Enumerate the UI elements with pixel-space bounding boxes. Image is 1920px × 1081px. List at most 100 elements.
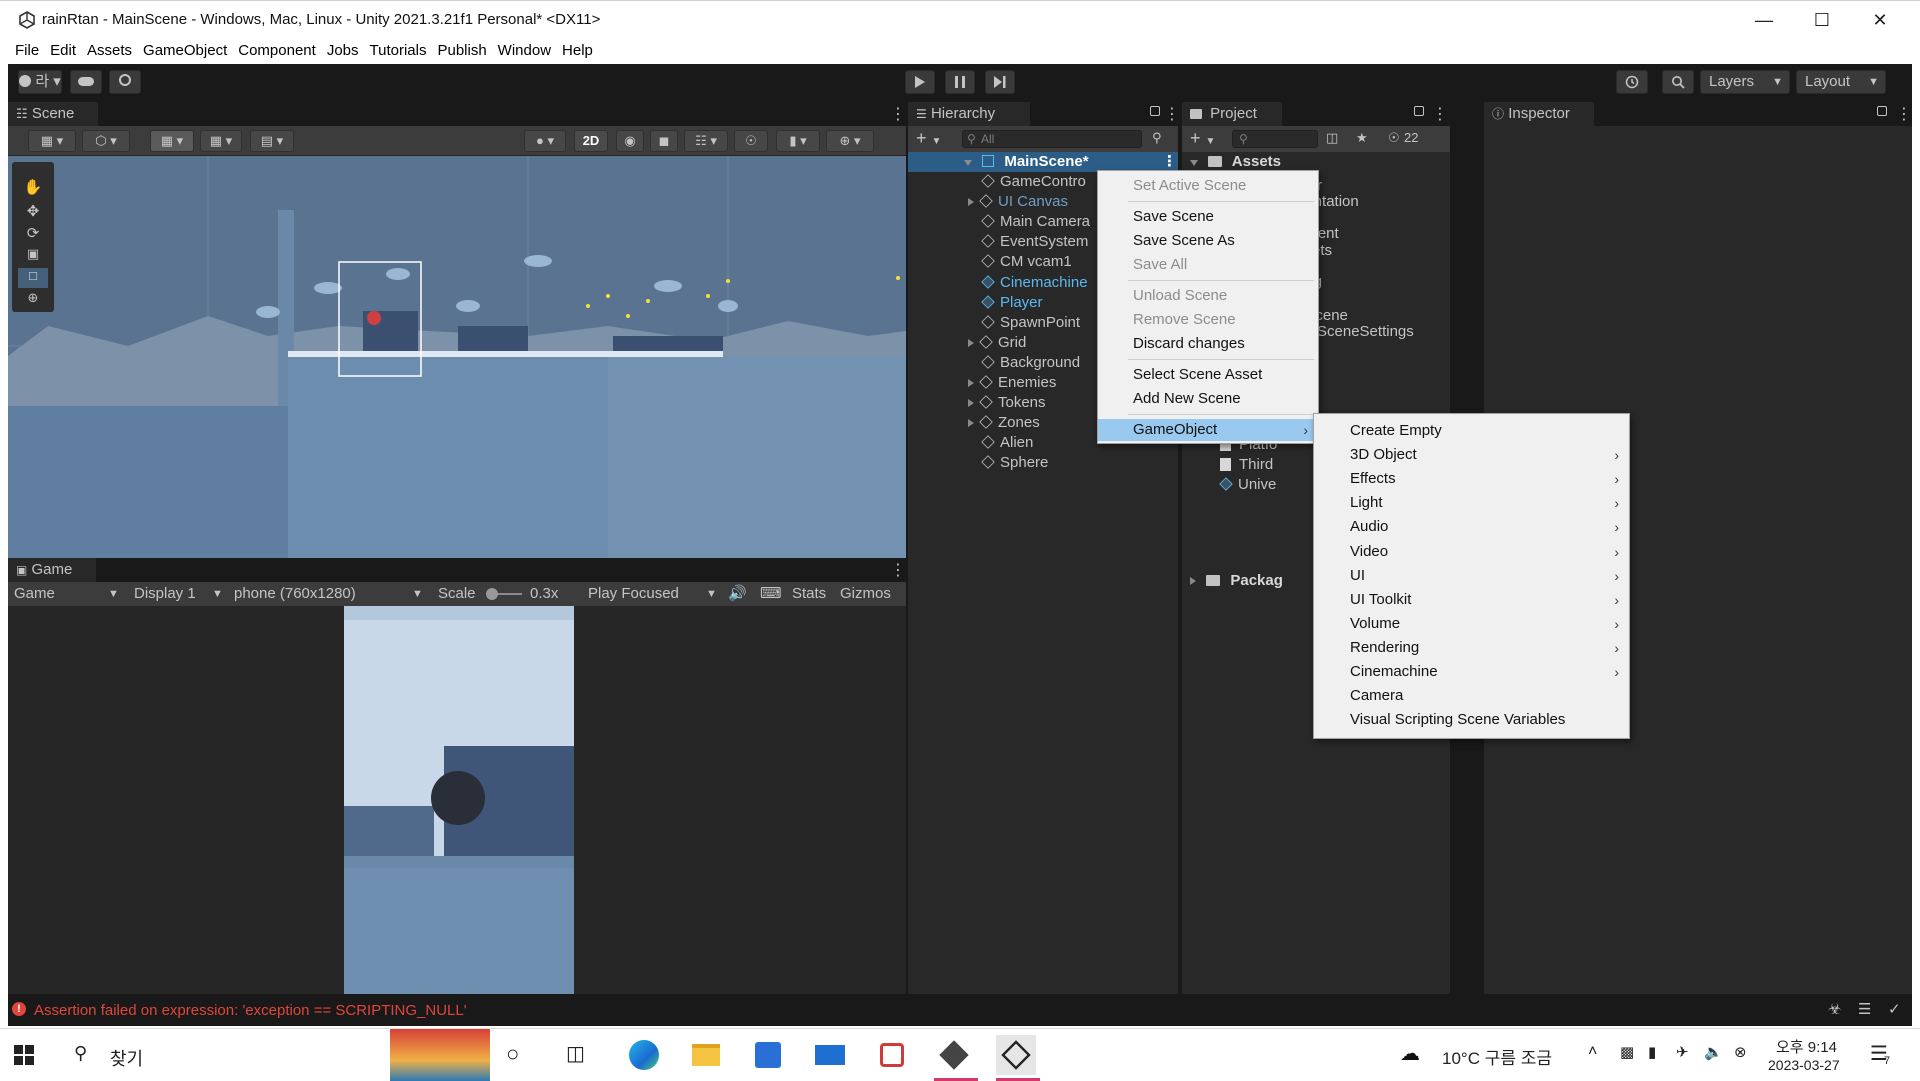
- layout-dropdown[interactable]: Layout ▼: [1796, 70, 1886, 94]
- bug-icon[interactable]: ☣: [1828, 1000, 1841, 1018]
- 2d-toggle-button[interactable]: 2D: [574, 130, 608, 152]
- menu-file[interactable]: File: [10, 38, 45, 59]
- layers-stack-icon[interactable]: ☰: [1858, 1000, 1871, 1018]
- unity-editor-icon[interactable]: [996, 1035, 1036, 1075]
- submenu-item[interactable]: Rendering ›: [1314, 637, 1629, 659]
- menu-gameobject[interactable]: GameObject: [138, 38, 233, 59]
- submenu-item[interactable]: UI ›: [1314, 565, 1629, 587]
- submenu-item[interactable]: Video ›: [1314, 541, 1629, 563]
- game-viewport[interactable]: [8, 606, 906, 994]
- submenu-item[interactable]: Camera: [1314, 685, 1629, 707]
- context-menu-item[interactable]: Discard changes: [1098, 333, 1318, 355]
- context-menu-item[interactable]: Set Active Scene: [1098, 175, 1318, 197]
- menu-publish[interactable]: Publish: [432, 38, 492, 59]
- project-search-input[interactable]: ⚲: [1232, 130, 1318, 148]
- keyboard-icon[interactable]: ⌨: [760, 582, 782, 606]
- scale-tool-icon[interactable]: ▣: [18, 246, 48, 266]
- rotate-tool-icon[interactable]: ⟳: [18, 224, 48, 244]
- submenu-item[interactable]: 3D Object ›: [1314, 444, 1629, 466]
- audio-toggle-button[interactable]: ◼: [650, 130, 678, 152]
- lighting-toggle-button[interactable]: ◉: [616, 130, 644, 152]
- add-object-button[interactable]: + ▼: [916, 128, 941, 149]
- inspector-menu-icon[interactable]: ⋮: [1896, 104, 1912, 124]
- store-icon[interactable]: [748, 1035, 788, 1075]
- menu-window[interactable]: Window: [493, 38, 557, 59]
- effects-dropdown[interactable]: ☷ ▾: [684, 130, 728, 152]
- layers-dropdown[interactable]: Layers ▼: [1700, 70, 1790, 94]
- submenu-item[interactable]: Create Empty: [1314, 420, 1629, 442]
- close-button[interactable]: ✕: [1851, 1, 1909, 39]
- expand-arrow-icon[interactable]: [968, 379, 974, 387]
- clock-date[interactable]: 2023-03-27: [1768, 1057, 1840, 1073]
- gizmos-button[interactable]: Gizmos: [840, 582, 891, 606]
- network-icon[interactable]: ✈: [1676, 1043, 1689, 1061]
- transform-tool-icon[interactable]: ⊕: [18, 290, 48, 310]
- maximize-button[interactable]: ☐: [1793, 1, 1851, 39]
- submenu-item[interactable]: Volume ›: [1314, 613, 1629, 635]
- tab-game[interactable]: ▣ Game: [8, 558, 96, 582]
- context-menu-item[interactable]: Unload Scene: [1098, 285, 1318, 307]
- console-error-message[interactable]: Assertion failed on expression: 'excepti…: [34, 1002, 467, 1019]
- expand-arrow-icon[interactable]: [968, 399, 974, 408]
- lock-icon[interactable]: [1877, 106, 1887, 116]
- volume-icon[interactable]: 🔈: [1704, 1043, 1723, 1061]
- assets-root-row[interactable]: Assets: [1182, 152, 1450, 172]
- mail-icon[interactable]: [810, 1035, 850, 1075]
- search-by-label-icon[interactable]: ★: [1356, 130, 1368, 146]
- increment-snap-button[interactable]: ▦ ▾: [200, 130, 242, 152]
- clock-time[interactable]: 오후 9:14: [1776, 1036, 1837, 1057]
- resolution-select[interactable]: phone (760x1280): [234, 582, 356, 606]
- cloud-button[interactable]: [70, 70, 102, 94]
- sync-app-icon[interactable]: [872, 1035, 912, 1075]
- play-button[interactable]: [905, 70, 935, 94]
- lock-icon[interactable]: [1150, 106, 1160, 116]
- grid-snap-button[interactable]: ▦ ▾: [150, 130, 194, 152]
- render-mode-dropdown[interactable]: ● ▾: [524, 130, 566, 152]
- menu-help[interactable]: Help: [557, 38, 599, 59]
- weather-text[interactable]: 10°C 구름 조금: [1442, 1044, 1552, 1069]
- scene-viewport[interactable]: ✋ ✥ ⟳ ▣ □ ⊕: [8, 156, 906, 558]
- menu-assets[interactable]: Assets: [82, 38, 138, 59]
- ime-icon[interactable]: ⊗: [1734, 1043, 1747, 1061]
- context-menu-item[interactable]: Add New Scene: [1098, 388, 1318, 410]
- taskbar-search-box[interactable]: ⚲ 찾기: [62, 1033, 390, 1077]
- menu-jobs[interactable]: Jobs: [322, 38, 365, 59]
- battery-icon[interactable]: ▮: [1648, 1043, 1656, 1061]
- context-menu-item[interactable]: Save All: [1098, 254, 1318, 276]
- tab-scene[interactable]: ☷ Scene: [8, 102, 98, 126]
- context-menu-item[interactable]: Remove Scene: [1098, 309, 1318, 331]
- project-menu-icon[interactable]: ⋮: [1432, 104, 1448, 124]
- menu-component[interactable]: Component: [233, 38, 322, 59]
- move-tool-icon[interactable]: ✥: [18, 202, 48, 222]
- submenu-item[interactable]: Visual Scripting Scene Variables: [1314, 709, 1629, 731]
- hidden-packages-icon[interactable]: ☉: [1388, 130, 1400, 146]
- tab-hierarchy[interactable]: ☰ Hierarchy: [908, 102, 1030, 126]
- minimize-button[interactable]: —: [1735, 1, 1793, 39]
- cortana-icon[interactable]: ○: [506, 1041, 519, 1067]
- submenu-item[interactable]: Effects ›: [1314, 468, 1629, 490]
- collab-button[interactable]: [109, 70, 141, 94]
- ruler-button[interactable]: ▤ ▾: [250, 130, 294, 152]
- search-button[interactable]: [1662, 70, 1694, 94]
- scene-menu-icon[interactable]: ⋮: [890, 104, 906, 124]
- search-highlight-image[interactable]: [390, 1029, 490, 1081]
- device-icon[interactable]: ▩: [1620, 1043, 1634, 1061]
- scene-options-icon[interactable]: ⋮: [1162, 152, 1177, 172]
- step-button[interactable]: [985, 70, 1015, 94]
- menu-edit[interactable]: Edit: [45, 38, 82, 59]
- context-menu-item[interactable]: Save Scene As: [1098, 230, 1318, 252]
- gizmos-dropdown[interactable]: ⊕ ▾: [826, 130, 874, 152]
- play-focus-select[interactable]: Play Focused: [588, 582, 679, 606]
- chevron-up-icon[interactable]: ˄: [1588, 1043, 1597, 1061]
- scene-row[interactable]: MainScene* ⋮: [908, 152, 1178, 172]
- context-menu-item[interactable]: Save Scene: [1098, 206, 1318, 228]
- task-view-icon[interactable]: ◫: [566, 1041, 585, 1066]
- expand-arrow-icon[interactable]: [968, 198, 974, 207]
- scale-slider-thumb[interactable]: [486, 588, 498, 600]
- check-icon[interactable]: ✓: [1888, 1000, 1901, 1018]
- hand-tool-icon[interactable]: ✋: [18, 178, 48, 198]
- submenu-item[interactable]: Cinemachine ›: [1314, 661, 1629, 683]
- submenu-item[interactable]: Audio ›: [1314, 516, 1629, 538]
- game-menu-icon[interactable]: ⋮: [890, 560, 906, 580]
- hierarchy-search-input[interactable]: ⚲ All: [962, 130, 1142, 148]
